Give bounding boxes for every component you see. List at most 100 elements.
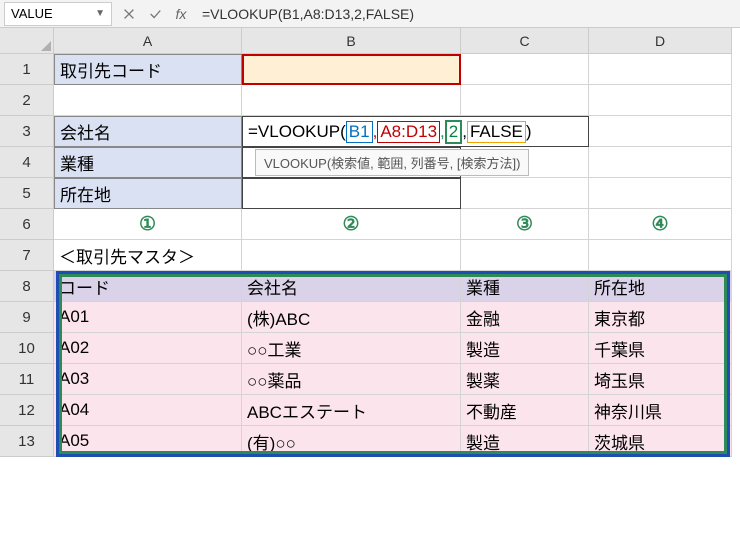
cell-D6[interactable]: ④	[589, 209, 732, 240]
row-header-5[interactable]: 5	[0, 178, 54, 209]
cell-A7[interactable]: ＜取引先マスタ＞	[54, 240, 242, 271]
cell-D9[interactable]: 東京都	[589, 302, 732, 333]
cell-B9[interactable]: (株)ABC	[242, 302, 461, 333]
formula-tooltip: VLOOKUP(検索値, 範囲, 列番号, [検索方法])	[255, 149, 529, 176]
row-header-3[interactable]: 3	[0, 116, 54, 147]
cell-C6[interactable]: ③	[461, 209, 589, 240]
row-2: 2	[0, 85, 740, 116]
row-header-13[interactable]: 13	[0, 426, 54, 457]
cell-D8[interactable]: 所在地	[589, 271, 732, 302]
row-3: 3 会社名 =VLOOKUP(B1,A8:D13,2,FALSE) VLOOKU…	[0, 116, 740, 147]
cell-A5[interactable]: 所在地	[54, 178, 242, 209]
formula-suffix: )	[526, 122, 532, 142]
cell-D12[interactable]: 神奈川県	[589, 395, 732, 426]
cell-D2[interactable]	[589, 85, 732, 116]
cell-B10[interactable]: ○○工業	[242, 333, 461, 364]
row-8: 8 コード 会社名 業種 所在地	[0, 271, 740, 302]
cell-D3[interactable]	[589, 116, 732, 147]
row-5: 5 所在地	[0, 178, 740, 209]
col-header-D[interactable]: D	[589, 28, 732, 54]
row-11: 11 A03 ○○薬品 製薬 埼玉県	[0, 364, 740, 395]
cell-A12[interactable]: A04	[54, 395, 242, 426]
row-10: 10 A02 ○○工業 製造 千葉県	[0, 333, 740, 364]
cell-C2[interactable]	[461, 85, 589, 116]
row-1: 1 取引先コード	[0, 54, 740, 85]
cell-D7[interactable]	[589, 240, 732, 271]
dropdown-icon[interactable]: ▼	[95, 8, 105, 19]
cell-C10[interactable]: 製造	[461, 333, 589, 364]
row-header-8[interactable]: 8	[0, 271, 54, 302]
name-box[interactable]: VALUE ▼	[4, 2, 112, 26]
formula-bar: VALUE ▼ fx =VLOOKUP(B1,A8:D13,2,FALSE)	[0, 0, 740, 28]
col-header-B[interactable]: B	[242, 28, 461, 54]
cell-C7[interactable]	[461, 240, 589, 271]
cell-B2[interactable]	[242, 85, 461, 116]
cell-C5[interactable]	[461, 178, 589, 209]
cell-C11[interactable]: 製薬	[461, 364, 589, 395]
cell-A11[interactable]: A03	[54, 364, 242, 395]
cell-D4[interactable]	[589, 147, 732, 178]
formula-arg1: B1	[346, 121, 373, 143]
column-headers: A B C D	[54, 28, 740, 54]
fx-icon: fx	[176, 6, 187, 22]
row-header-4[interactable]: 4	[0, 147, 54, 178]
cell-C8[interactable]: 業種	[461, 271, 589, 302]
cell-A9[interactable]: A01	[54, 302, 242, 333]
row-header-7[interactable]: 7	[0, 240, 54, 271]
row-header-9[interactable]: 9	[0, 302, 54, 333]
cell-A13[interactable]: A05	[54, 426, 242, 457]
row-12: 12 A04 ABCエステート 不動産 神奈川県	[0, 395, 740, 426]
check-icon	[148, 7, 162, 21]
cell-A2[interactable]	[54, 85, 242, 116]
cell-B3-formula[interactable]: =VLOOKUP(B1,A8:D13,2,FALSE) VLOOKUP(検索値,…	[242, 116, 589, 147]
cell-D13[interactable]: 茨城県	[589, 426, 732, 457]
row-header-11[interactable]: 11	[0, 364, 54, 395]
cell-A1[interactable]: 取引先コード	[54, 54, 242, 85]
formula-arg4: FALSE	[467, 121, 526, 143]
cell-B1[interactable]	[242, 54, 461, 85]
row-header-1[interactable]: 1	[0, 54, 54, 85]
row-header-2[interactable]: 2	[0, 85, 54, 116]
row-13: 13 A05 (有)○○ 製造 茨城県	[0, 426, 740, 457]
row-header-12[interactable]: 12	[0, 395, 54, 426]
cell-B5[interactable]	[242, 178, 461, 209]
row-6: 6 ① ② ③ ④	[0, 209, 740, 240]
spreadsheet: A B C D 1 取引先コード 2 3 会社名 =VLOOKUP(B1,A8:…	[0, 28, 740, 457]
row-header-10[interactable]: 10	[0, 333, 54, 364]
cell-C13[interactable]: 製造	[461, 426, 589, 457]
cell-B8[interactable]: 会社名	[242, 271, 461, 302]
cell-D1[interactable]	[589, 54, 732, 85]
x-icon	[122, 7, 136, 21]
cell-B11[interactable]: ○○薬品	[242, 364, 461, 395]
enter-button[interactable]	[142, 2, 168, 26]
cell-D11[interactable]: 埼玉県	[589, 364, 732, 395]
cell-D5[interactable]	[589, 178, 732, 209]
cell-B6[interactable]: ②	[242, 209, 461, 240]
select-all-corner[interactable]	[0, 28, 54, 54]
cell-B13[interactable]: (有)○○	[242, 426, 461, 457]
row-header-6[interactable]: 6	[0, 209, 54, 240]
cell-C9[interactable]: 金融	[461, 302, 589, 333]
cancel-button[interactable]	[116, 2, 142, 26]
formula-input[interactable]: =VLOOKUP(B1,A8:D13,2,FALSE)	[194, 4, 740, 24]
cell-A10[interactable]: A02	[54, 333, 242, 364]
col-header-C[interactable]: C	[461, 28, 589, 54]
cell-C1[interactable]	[461, 54, 589, 85]
cell-A4[interactable]: 業種	[54, 147, 242, 178]
formula-prefix: =VLOOKUP(	[248, 122, 346, 142]
cell-C12[interactable]: 不動産	[461, 395, 589, 426]
formula-arg3: 2	[445, 120, 462, 144]
master-table: 8 コード 会社名 業種 所在地 9 A01 (株)ABC 金融 東京都 10 …	[0, 271, 740, 457]
row-9: 9 A01 (株)ABC 金融 東京都	[0, 302, 740, 333]
col-header-A[interactable]: A	[54, 28, 242, 54]
formula-arg2: A8:D13	[377, 121, 440, 143]
cell-A8[interactable]: コード	[54, 271, 242, 302]
cell-B12[interactable]: ABCエステート	[242, 395, 461, 426]
fx-button[interactable]: fx	[168, 2, 194, 26]
name-box-text: VALUE	[11, 6, 53, 21]
cell-B7[interactable]	[242, 240, 461, 271]
cell-D10[interactable]: 千葉県	[589, 333, 732, 364]
row-7: 7 ＜取引先マスタ＞	[0, 240, 740, 271]
cell-A6[interactable]: ①	[54, 209, 242, 240]
cell-A3[interactable]: 会社名	[54, 116, 242, 147]
